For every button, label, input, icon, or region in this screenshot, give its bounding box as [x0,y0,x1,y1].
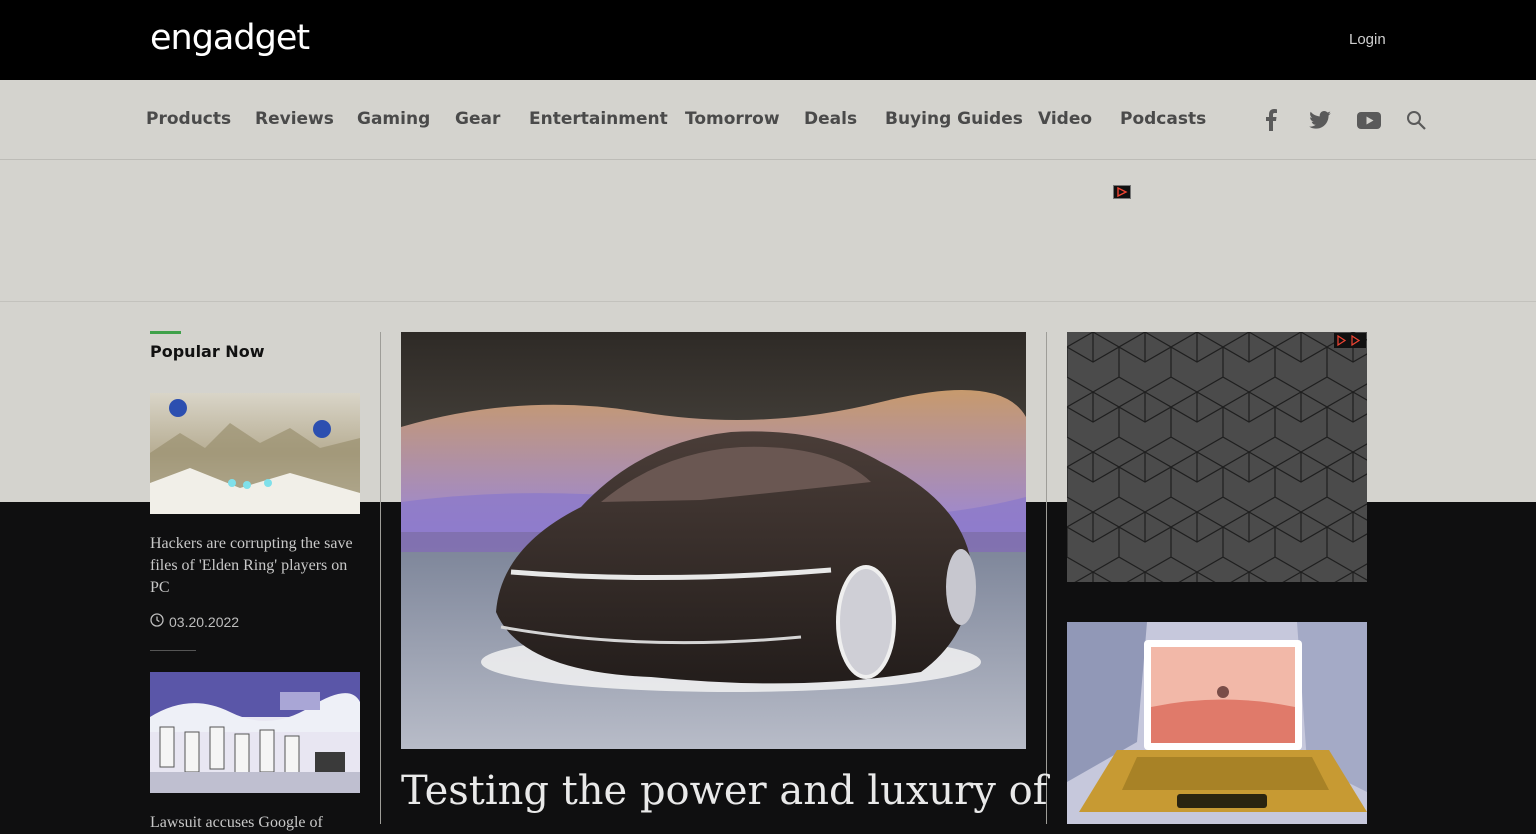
nav-item-entertainment[interactable]: Entertainment [529,109,668,129]
promo-image[interactable] [1067,622,1367,824]
youtube-icon[interactable] [1357,108,1381,132]
adchoices-icon[interactable] [1113,185,1131,199]
column-divider [380,332,381,824]
article-headline[interactable]: Hackers are corrupting the save files of… [150,533,360,599]
main-nav: Products Reviews Gaming Gear Entertainme… [0,80,1536,160]
nav-item-tomorrow[interactable]: Tomorrow [685,109,780,129]
search-icon[interactable] [1404,108,1428,132]
article-date: 03.20.2022 [150,613,239,630]
nav-item-podcasts[interactable]: Podcasts [1120,109,1206,129]
nav-item-reviews[interactable]: Reviews [255,109,334,129]
top-ad-slot [0,160,1536,302]
hero-image[interactable] [401,332,1026,749]
article-headline[interactable]: Lawsuit accuses Google of [150,812,360,834]
article-divider [150,650,196,651]
nav-item-video[interactable]: Video [1038,109,1092,129]
twitter-icon[interactable] [1308,108,1332,132]
popular-now-heading: Popular Now [150,342,265,361]
hero-headline[interactable]: Testing the power and luxury of [401,765,1048,817]
nav-item-products[interactable]: Products [146,109,231,129]
sidebar-ad[interactable] [1067,332,1367,582]
nav-item-deals[interactable]: Deals [804,109,857,129]
article-thumbnail[interactable] [150,393,360,514]
section-accent-bar [150,331,181,334]
article-date-text: 03.20.2022 [169,613,240,630]
facebook-icon[interactable] [1259,108,1283,132]
column-divider [1046,332,1047,824]
nav-item-gaming[interactable]: Gaming [357,109,430,129]
article-thumbnail[interactable] [150,672,360,793]
clock-icon [150,613,164,630]
nav-item-buying-guides[interactable]: Buying Guides [885,109,1023,129]
top-bar: engadget Login [0,0,1536,80]
engadget-logo[interactable]: engadget [150,16,310,60]
nav-item-gear[interactable]: Gear [455,109,500,129]
login-link[interactable]: Login [1349,31,1386,48]
